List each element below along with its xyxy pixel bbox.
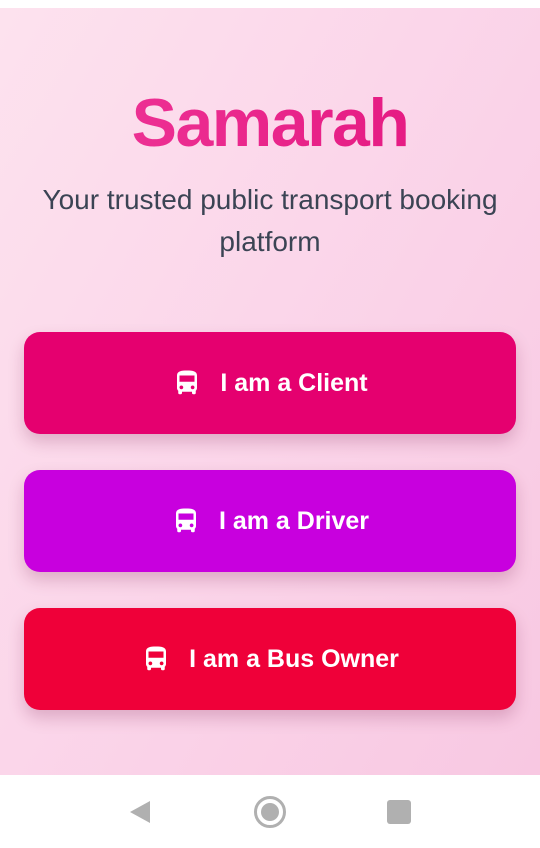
back-icon[interactable]: [128, 799, 154, 825]
app-title: Samarah: [0, 86, 540, 160]
bus-icon: [172, 368, 202, 398]
client-role-label: I am a Client: [220, 368, 368, 397]
bus-owner-role-label: I am a Bus Owner: [189, 644, 399, 673]
system-navigation-bar: [0, 775, 540, 848]
bus-icon: [141, 644, 171, 674]
bus-icon: [171, 506, 201, 536]
client-role-button[interactable]: I am a Client: [24, 332, 516, 434]
home-icon[interactable]: [253, 795, 287, 829]
driver-role-button[interactable]: I am a Driver: [24, 470, 516, 572]
bus-owner-role-button[interactable]: I am a Bus Owner: [24, 608, 516, 710]
status-strip: [0, 0, 540, 8]
recents-icon[interactable]: [387, 800, 411, 824]
driver-role-label: I am a Driver: [218, 506, 370, 535]
app-tagline: Your trusted public transport booking pl…: [42, 184, 498, 257]
